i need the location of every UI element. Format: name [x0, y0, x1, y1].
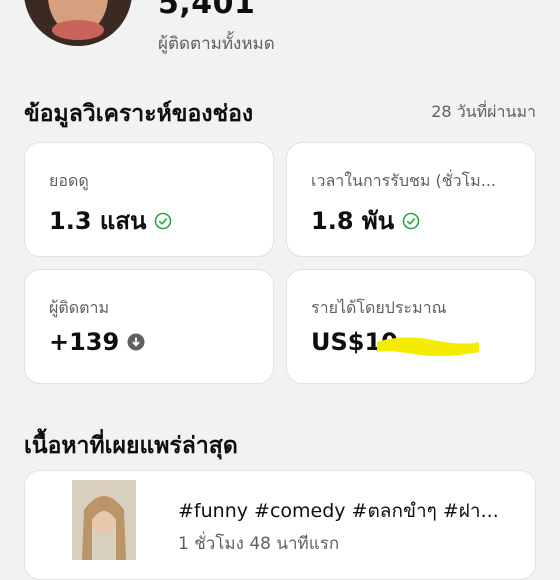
subscribers-card[interactable]: ผู้ติดตาม +139 — [24, 269, 274, 384]
watch-time-card[interactable]: เวลาในการรับชม (ชั่วโม... 1.8 พัน — [286, 142, 536, 257]
video-meta: 1 ชั่วโมง 48 นาทีแรก — [178, 534, 340, 554]
subscriber-label: ผู้ติดตามทั้งหมด — [158, 34, 275, 54]
watch-time-value: 1.8 พัน — [311, 207, 395, 235]
watch-time-label: เวลาในการรับชม (ชั่วโม... — [311, 171, 496, 190]
watch-time-value-row: 1.8 พัน — [311, 201, 420, 240]
profile-photo-icon — [24, 0, 132, 46]
views-value: 1.3 แสน — [49, 207, 147, 235]
revenue-label: รายได้โดยประมาณ — [311, 298, 447, 317]
channel-avatar[interactable] — [24, 0, 132, 46]
video-thumbnail-image — [72, 480, 136, 560]
period-label[interactable]: 28 วันที่ผ่านมา — [431, 100, 536, 125]
subscribers-value-row: +139 — [49, 328, 145, 356]
video-thumbnail[interactable] — [72, 480, 136, 560]
views-label: ยอดดู — [49, 171, 89, 190]
arrow-down-circle-icon — [127, 333, 145, 351]
revenue-card[interactable]: รายได้โดยประมาณ US$10 — [286, 269, 536, 384]
analytics-title: ข้อมูลวิเคราะห์ของช่อง — [24, 101, 254, 127]
subscribers-value: +139 — [49, 328, 120, 356]
subscriber-count: 5,401 — [158, 0, 256, 21]
views-card[interactable]: ยอดดู 1.3 แสน — [24, 142, 274, 257]
views-value-row: 1.3 แสน — [49, 201, 172, 240]
latest-content-title: เนื้อหาที่เผยแพร่ล่าสุด — [24, 433, 238, 459]
video-title[interactable]: #funny #comedy #ตลกขำๆ #ฝา... — [178, 496, 518, 526]
redaction-scribble — [377, 337, 479, 357]
check-circle-icon — [155, 212, 172, 229]
subscribers-label: ผู้ติดตาม — [49, 298, 110, 317]
check-circle-icon — [402, 212, 420, 229]
